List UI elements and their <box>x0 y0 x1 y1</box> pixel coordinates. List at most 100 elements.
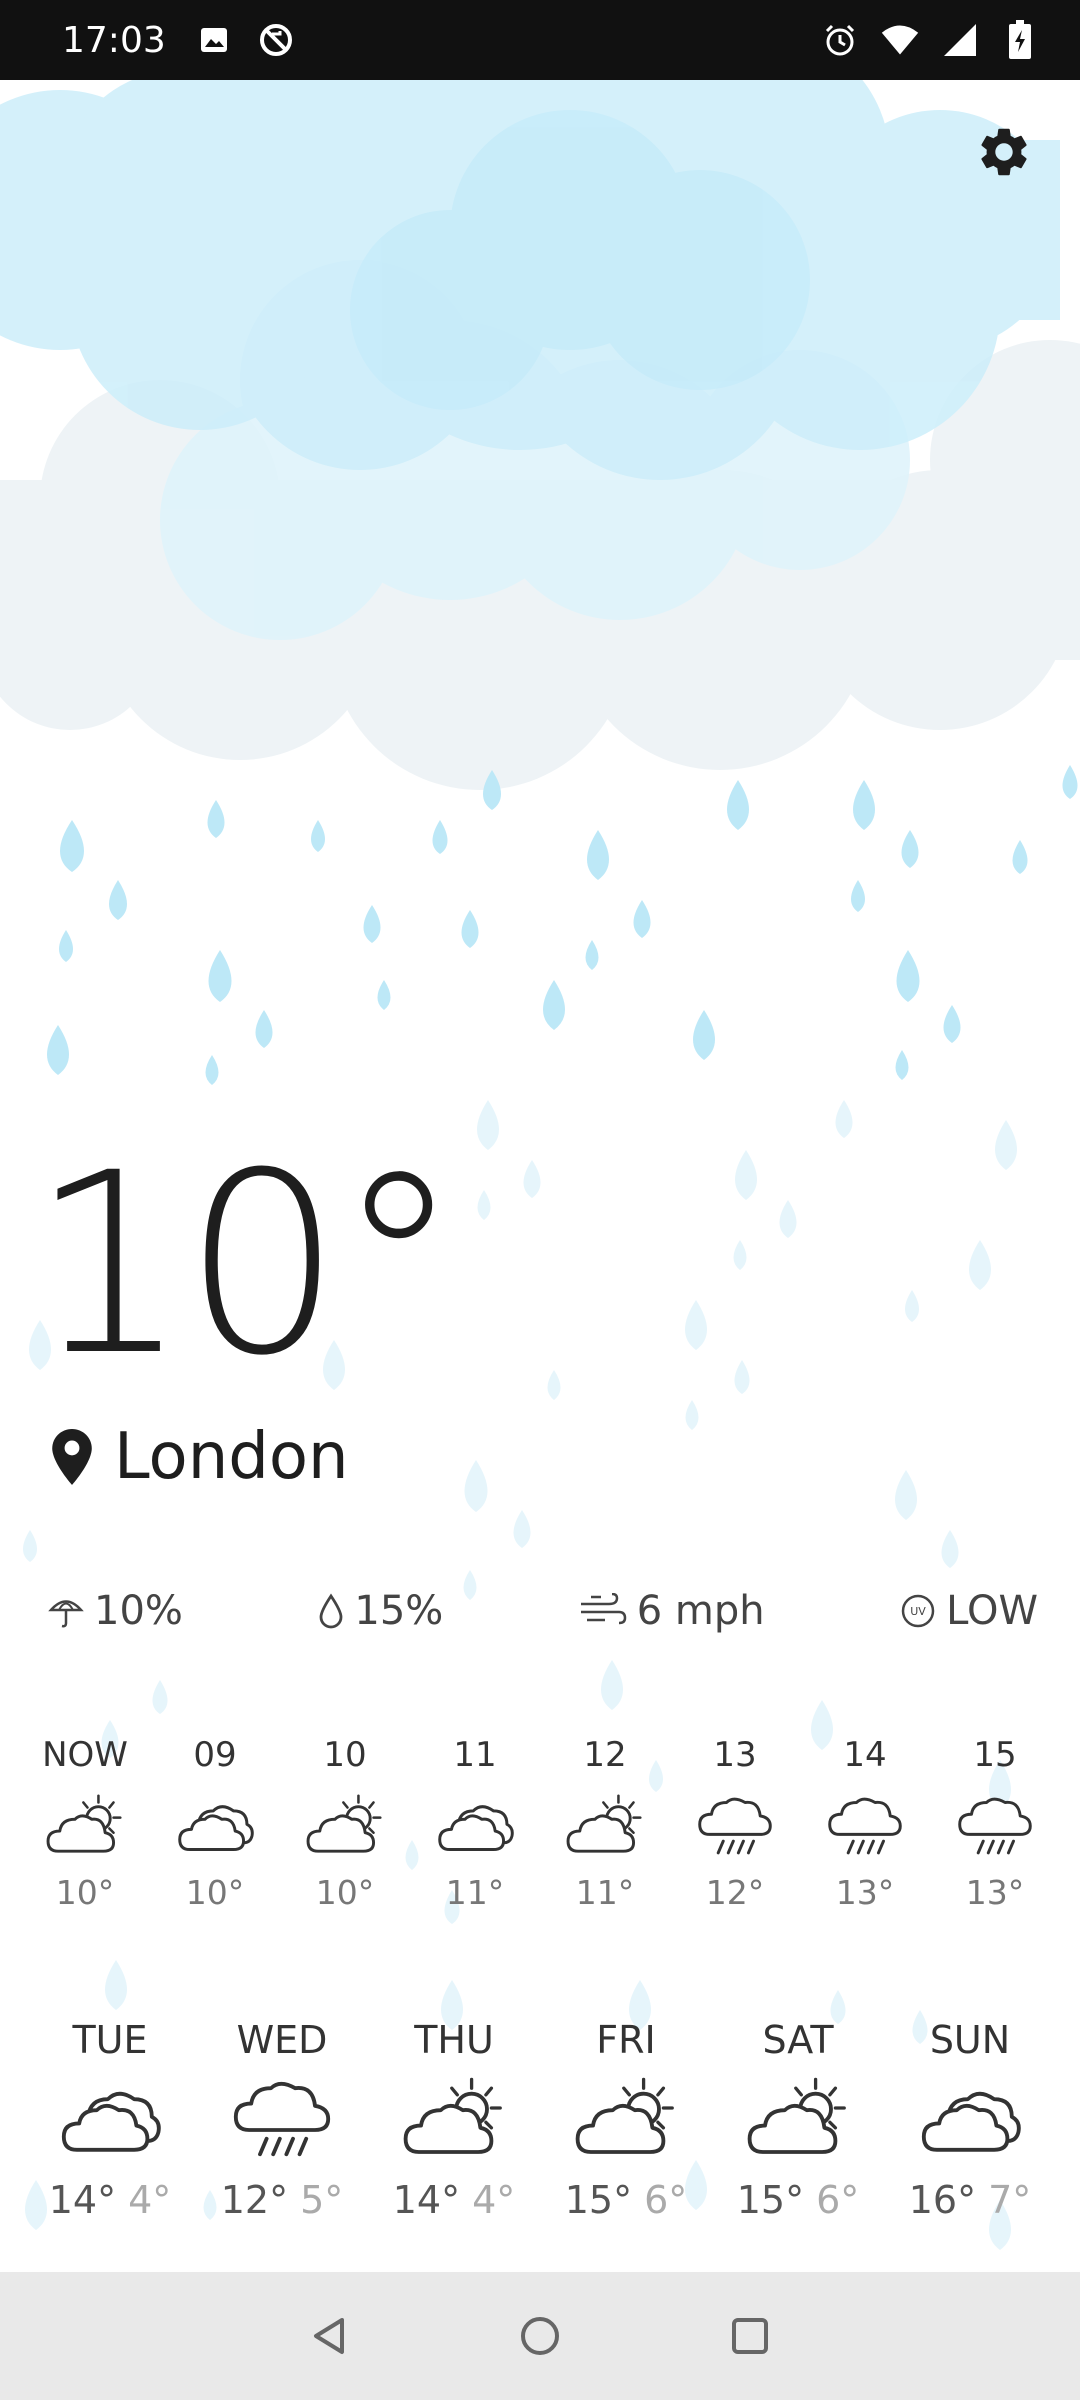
humidity-value: 15% <box>354 1588 444 1634</box>
hour-label: 14 <box>843 1735 887 1775</box>
hourly-item: 09 10° <box>160 1735 270 1912</box>
location-name: London <box>114 1420 349 1494</box>
partly-sunny-icon <box>303 1789 387 1863</box>
day-low: 4° <box>128 2178 172 2222</box>
cloudy-icon <box>433 1789 517 1863</box>
hourly-item: 12 11° <box>550 1735 660 1912</box>
sync-off-icon <box>256 20 296 60</box>
hour-label: 15 <box>973 1735 1017 1775</box>
cloudy-icon <box>915 2074 1025 2164</box>
wind-icon <box>580 1593 627 1625</box>
alarm-icon <box>820 20 860 60</box>
hour-label: 12 <box>583 1735 627 1775</box>
daily-item: SUN 16° 7° <box>890 2018 1050 2222</box>
hour-label: 13 <box>713 1735 757 1775</box>
day-label: TUE <box>72 2018 148 2062</box>
partly-sunny-icon <box>571 2074 681 2164</box>
nav-home-button[interactable] <box>510 2306 570 2366</box>
hour-temp: 12° <box>705 1873 765 1912</box>
wind-value: 6 mph <box>636 1588 765 1634</box>
daily-item: THU 14° 4° <box>374 2018 534 2222</box>
day-label: FRI <box>596 2018 656 2062</box>
day-high: 14° <box>392 2178 461 2222</box>
hour-temp: 13° <box>965 1873 1025 1912</box>
wifi-icon <box>880 20 920 60</box>
signal-icon <box>940 20 980 60</box>
day-label: THU <box>414 2018 494 2062</box>
daily-item: TUE 14° 4° <box>30 2018 190 2222</box>
uv-value: LOW <box>946 1588 1038 1634</box>
daily-item: SAT 15° 6° <box>718 2018 878 2222</box>
day-high: 14° <box>48 2178 117 2222</box>
humidity-metric: 15% <box>318 1588 443 1634</box>
uv-icon: UV <box>901 1594 935 1628</box>
rain-icon <box>693 1789 777 1863</box>
gear-icon <box>981 128 1027 176</box>
hourly-forecast[interactable]: NOW 10° 09 10° 10 10° 11 11° 12 11° 13 1… <box>30 1735 1050 1912</box>
hourly-item: 13 12° <box>680 1735 790 1912</box>
hour-temp: 11° <box>445 1873 505 1912</box>
recents-icon <box>732 2318 768 2354</box>
day-label: WED <box>236 2018 328 2062</box>
partly-sunny-icon <box>743 2074 853 2164</box>
partly-sunny-icon <box>399 2074 509 2164</box>
settings-button[interactable] <box>968 116 1040 188</box>
location[interactable]: London <box>52 1420 349 1494</box>
hour-label: NOW <box>42 1735 128 1775</box>
back-icon <box>314 2318 344 2354</box>
hour-temp: 11° <box>575 1873 635 1912</box>
hourly-item: 10 10° <box>290 1735 400 1912</box>
day-high: 15° <box>564 2178 633 2222</box>
svg-text:UV: UV <box>910 1605 926 1618</box>
hour-temp: 10° <box>55 1873 115 1912</box>
day-low: 4° <box>472 2178 516 2222</box>
day-high: 15° <box>736 2178 805 2222</box>
hourly-item: 14 13° <box>810 1735 920 1912</box>
home-icon <box>521 2317 559 2355</box>
day-high: 16° <box>908 2178 977 2222</box>
cloudy-icon <box>55 2074 165 2164</box>
day-low: 6° <box>644 2178 688 2222</box>
hour-label: 10 <box>323 1735 367 1775</box>
daily-item: FRI 15° 6° <box>546 2018 706 2222</box>
cloudy-icon <box>173 1789 257 1863</box>
partly-sunny-icon <box>43 1789 127 1863</box>
metrics-row: 10% 15% 6 mph UV LOW <box>48 1588 1038 1634</box>
battery-charging-icon <box>1000 20 1040 60</box>
nav-back-button[interactable] <box>300 2306 360 2366</box>
precipitation-value: 10% <box>94 1588 183 1634</box>
droplet-icon <box>319 1593 343 1629</box>
status-time: 17:03 <box>62 19 166 61</box>
day-high: 12° <box>220 2178 289 2222</box>
rain-icon <box>953 1789 1037 1863</box>
rain-icon <box>227 2074 337 2164</box>
nav-recents-button[interactable] <box>720 2306 780 2366</box>
hour-temp: 13° <box>835 1873 895 1912</box>
hour-temp: 10° <box>185 1873 245 1912</box>
day-low: 7° <box>988 2178 1032 2222</box>
hourly-item: 15 13° <box>940 1735 1050 1912</box>
wind-metric: 6 mph <box>579 1588 765 1634</box>
umbrella-icon <box>48 1600 84 1628</box>
hourly-item: NOW 10° <box>30 1735 140 1912</box>
hour-label: 09 <box>193 1735 237 1775</box>
day-low: 5° <box>300 2178 344 2222</box>
current-temperature: 10° <box>30 1119 461 1410</box>
location-pin-icon <box>52 1429 92 1485</box>
uv-metric: UV LOW <box>900 1588 1038 1634</box>
raindrops <box>47 765 1078 1085</box>
rain-icon <box>823 1789 907 1863</box>
precipitation-metric: 10% <box>48 1588 183 1634</box>
daily-forecast[interactable]: TUE 14° 4° WED 12° 5° THU 14° 4° FRI 15°… <box>30 2018 1050 2222</box>
day-label: SAT <box>762 2018 834 2062</box>
hour-label: 11 <box>453 1735 497 1775</box>
system-nav-bar <box>0 2272 1080 2400</box>
image-icon <box>194 20 234 60</box>
day-label: SUN <box>929 2018 1011 2062</box>
partly-sunny-icon <box>563 1789 647 1863</box>
hourly-item: 11 11° <box>420 1735 530 1912</box>
status-bar: 17:03 <box>0 0 1080 80</box>
hour-temp: 10° <box>315 1873 375 1912</box>
daily-item: WED 12° 5° <box>202 2018 362 2222</box>
day-low: 6° <box>816 2178 860 2222</box>
